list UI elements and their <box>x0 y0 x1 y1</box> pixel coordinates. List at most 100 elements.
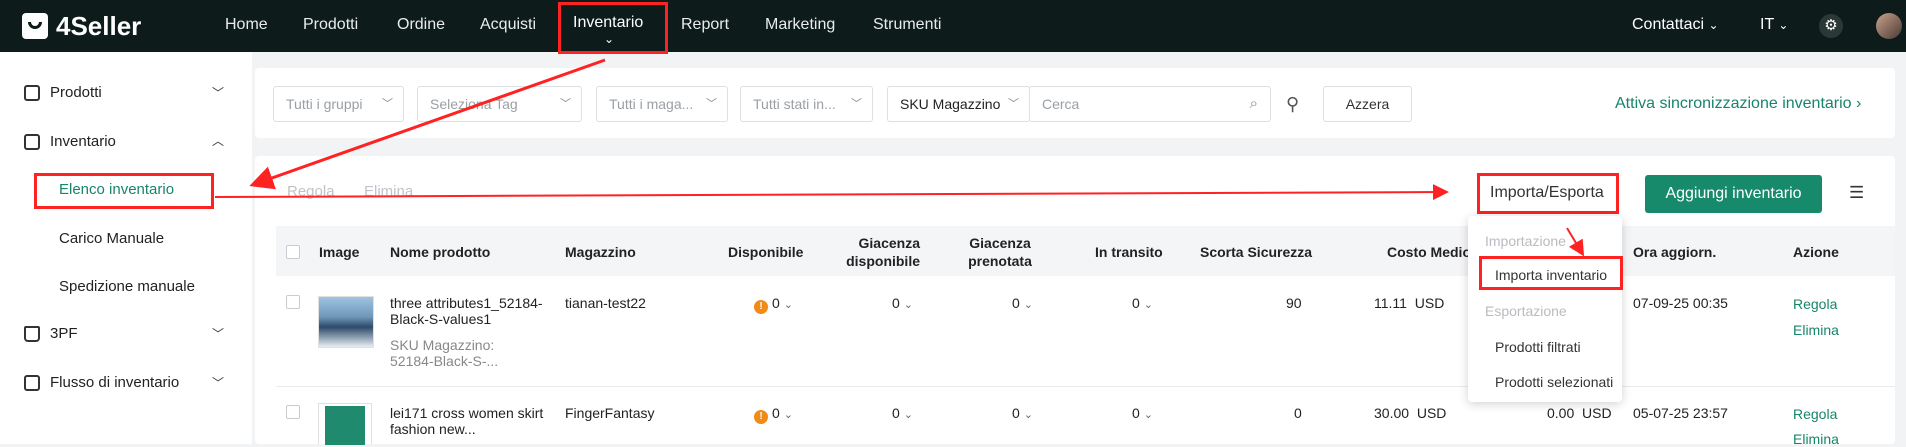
chevron-down-icon: ⌄ <box>783 299 794 311</box>
chevron-right-icon: › <box>1856 95 1862 112</box>
transit-number: 0 <box>1132 405 1140 421</box>
dropdown-import-heading: Importazione <box>1485 233 1566 249</box>
row-adjust-link[interactable]: Regola <box>1793 406 1837 422</box>
sidebar-item-label: Inventario <box>50 133 116 150</box>
chevron-down-icon: ⌄ <box>783 409 794 421</box>
group-select-value: Tutti i gruppi <box>286 96 363 112</box>
product-sku: SKU Magazzino: 52184-Black-S-... <box>390 337 499 369</box>
import-export-button[interactable]: Importa/Esporta <box>1490 184 1604 202</box>
chevron-down-icon: ⌄ <box>1708 18 1719 32</box>
currency: USD <box>1414 295 1445 311</box>
add-inventory-button[interactable]: Aggiungi inventario <box>1645 175 1822 213</box>
average-cost-number: 11.11 <box>1374 295 1407 311</box>
group-select[interactable]: Tutti i gruppi ﹀ <box>273 86 404 122</box>
sidebar-item-label: Flusso di inventario <box>50 374 180 391</box>
export-selected-item[interactable]: Prodotti selezionati <box>1495 374 1613 390</box>
search-input[interactable]: Cerca ⌕ <box>1029 86 1271 122</box>
giacenza-disponibile-value[interactable]: 0 ⌄ <box>892 405 913 421</box>
available-value[interactable]: ! 0 ⌄ <box>754 405 793 424</box>
giacenza-disponibile-value[interactable]: 0 ⌄ <box>892 295 913 311</box>
chevron-down-icon: ﹀ <box>382 98 393 110</box>
safety-stock-value: 0 <box>1294 405 1302 421</box>
status-select[interactable]: Tutti stati in... ﹀ <box>740 86 873 122</box>
sidebar-item-3pf[interactable]: 3PF <box>24 322 78 346</box>
sidebar-item-spedizione-manuale[interactable]: Spedizione manuale <box>59 278 195 295</box>
sidebar-item-elenco-inventario[interactable]: Elenco inventario <box>59 181 174 198</box>
settings-icon[interactable]: ⚙ <box>1819 14 1843 38</box>
adjust-button[interactable]: Regola <box>287 183 335 200</box>
row-delete-link[interactable]: Elimina <box>1793 322 1839 338</box>
chevron-down-icon: ⌄ <box>1143 299 1154 311</box>
giacenza-prenotata-value[interactable]: 0 ⌄ <box>1012 405 1033 421</box>
import-inventory-item[interactable]: Importa inventario <box>1495 267 1607 283</box>
warehouse-name: FingerFantasy <box>565 405 655 421</box>
sku-field-select-value: SKU Magazzino <box>900 96 1001 112</box>
nav-strumenti[interactable]: Strumenti <box>873 0 941 52</box>
updated-time: 05-07-25 23:57 <box>1633 405 1728 421</box>
search-icon: ⌕ <box>1249 95 1258 112</box>
sidebar-item-flusso[interactable]: Flusso di inventario <box>24 371 179 395</box>
brand-name: 4Seller <box>56 10 142 41</box>
contacts-menu[interactable]: Contattaci ⌄ <box>1632 0 1719 52</box>
nav-marketing[interactable]: Marketing <box>765 0 835 52</box>
brand-logo[interactable]: 4Seller <box>22 10 141 42</box>
language-menu[interactable]: IT ⌄ <box>1760 0 1788 52</box>
col-available: Disponibile <box>728 244 804 260</box>
status-select-value: Tutti stati in... <box>753 96 836 112</box>
available-number: 0 <box>772 295 780 311</box>
chevron-down-icon: ⌄ <box>604 32 615 46</box>
list-settings-icon[interactable]: ☰ <box>1849 183 1864 203</box>
updated-time: 07-09-25 00:35 <box>1633 295 1728 311</box>
transit-value[interactable]: 0 ⌄ <box>1132 405 1153 421</box>
product-name[interactable]: lei171 cross women skirt fashion new... <box>390 405 550 437</box>
row-adjust-link[interactable]: Regola <box>1793 296 1837 312</box>
select-all-checkbox[interactable] <box>286 245 300 259</box>
col-action: Azione <box>1793 244 1839 260</box>
chevron-down-icon: ﹀ <box>851 98 862 110</box>
currency: USD <box>1416 405 1447 421</box>
top-nav-bar <box>0 0 1906 52</box>
nav-home[interactable]: Home <box>225 0 268 52</box>
transit-value[interactable]: 0 ⌄ <box>1132 295 1153 311</box>
nav-report[interactable]: Report <box>681 0 729 52</box>
delete-button[interactable]: Elimina <box>364 183 413 200</box>
avatar[interactable] <box>1876 13 1902 39</box>
giacenza-prenotata-value[interactable]: 0 ⌄ <box>1012 295 1033 311</box>
nav-prodotti[interactable]: Prodotti <box>303 0 358 52</box>
row-delete-link[interactable]: Elimina <box>1793 431 1839 447</box>
row-checkbox[interactable] <box>286 295 300 309</box>
giacenza-disponibile-number: 0 <box>892 405 900 421</box>
chevron-down-icon: ﹀ <box>212 86 225 100</box>
warehouse-name: tianan-test22 <box>565 295 646 311</box>
reset-button[interactable]: Azzera <box>1323 86 1412 122</box>
warehouse-select-value: Tutti i maga... <box>609 96 694 112</box>
tag-select-placeholder: Seleziona Tag <box>430 96 518 112</box>
language-label: IT <box>1760 16 1774 33</box>
tag-select[interactable]: Seleziona Tag ﹀ <box>417 86 582 122</box>
warehouse-select[interactable]: Tutti i maga... ﹀ <box>596 86 728 122</box>
available-value[interactable]: ! 0 ⌄ <box>754 295 793 314</box>
sidebar-item-inventario[interactable]: Inventario <box>24 130 116 154</box>
sidebar-item-carico-manuale[interactable]: Carico Manuale <box>59 230 164 247</box>
chevron-down-icon: ⌄ <box>1023 409 1034 421</box>
warehouse-icon <box>24 134 40 150</box>
row-checkbox[interactable] <box>286 405 300 419</box>
nav-ordine[interactable]: Ordine <box>397 0 445 52</box>
filter-icon[interactable]: ⚲ <box>1286 94 1299 115</box>
product-image <box>318 296 374 348</box>
sidebar-item-prodotti[interactable]: Prodotti <box>24 81 102 105</box>
average-cost-value: 11.11 USD <box>1374 295 1444 311</box>
transit-number: 0 <box>1132 295 1140 311</box>
nav-acquisti[interactable]: Acquisti <box>480 0 536 52</box>
sync-inventory-link[interactable]: Attiva sincronizzazione inventario › <box>1615 95 1861 113</box>
box-icon <box>24 85 40 101</box>
chevron-up-icon: ︿ <box>212 134 225 148</box>
chevron-down-icon: ⌄ <box>1023 299 1034 311</box>
average-cost-number: 30.00 <box>1374 405 1410 421</box>
safety-stock-value: 90 <box>1286 295 1302 311</box>
export-filtered-item[interactable]: Prodotti filtrati <box>1495 339 1581 355</box>
sku-field-select[interactable]: SKU Magazzino ﹀ <box>887 86 1030 122</box>
chevron-down-icon: ⌄ <box>1778 18 1789 32</box>
product-name[interactable]: three attributes1_52184-Black-S-values1 <box>390 295 550 327</box>
col-giacenza-disponibile: Giacenza disponibile <box>846 235 920 269</box>
